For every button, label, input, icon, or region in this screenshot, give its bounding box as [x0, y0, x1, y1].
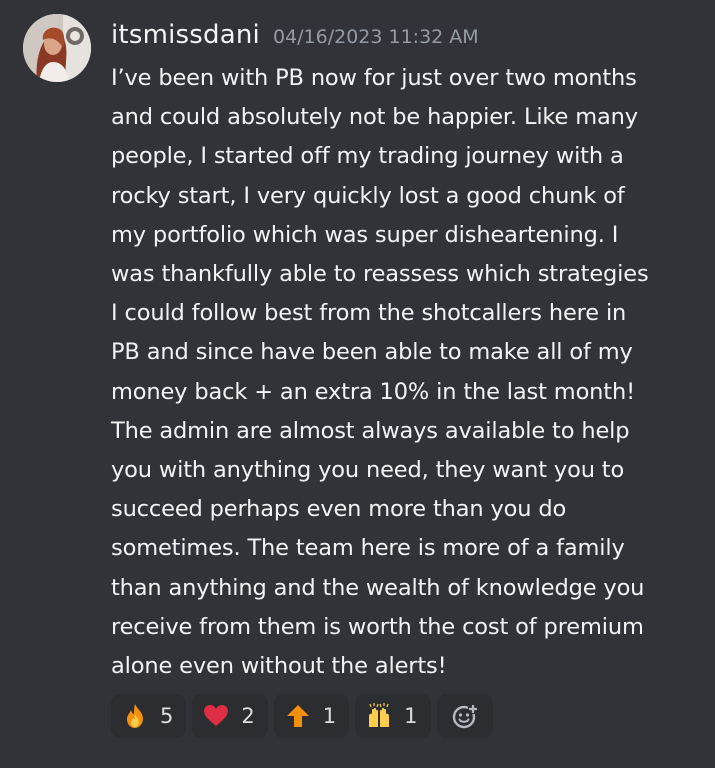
message-line: I’ve been with PB now for just over two … [111, 65, 637, 91]
up-arrow-icon [285, 703, 311, 729]
fire-icon [122, 703, 148, 729]
message-line: PB and since have been able to make all … [111, 339, 633, 366]
message-line: and could absolutely not be happier. Lik… [111, 104, 638, 131]
avatar[interactable] [23, 14, 91, 82]
message-line: sometimes. The team here is more of a fa… [111, 535, 625, 562]
raised-hands-icon [366, 703, 392, 729]
reactions-bar: 5 2 1 1 [111, 694, 493, 738]
message-content: I’ve been with PB now for just over two … [111, 59, 701, 686]
reaction-fire[interactable]: 5 [111, 694, 187, 738]
add-reaction-icon [452, 703, 478, 729]
message-line: people, I started off my trading journey… [111, 143, 624, 170]
message-line: you with anything you need, they want yo… [111, 457, 625, 484]
reaction-up-arrow[interactable]: 1 [273, 694, 350, 738]
chat-message: itsmissdani 04/16/2023 11:32 AM I’ve bee… [0, 0, 715, 768]
message-line: rocky start, I very quickly lost a good … [111, 182, 625, 209]
message-header: itsmissdani 04/16/2023 11:32 AM [111, 20, 479, 56]
reaction-count: 1 [404, 704, 418, 728]
message-line: was thankfully able to reassess which st… [111, 261, 649, 288]
timestamp[interactable]: 04/16/2023 11:32 AM [273, 26, 479, 48]
reaction-count: 2 [241, 704, 255, 728]
message-line: my portfolio which was super dishearteni… [111, 221, 619, 248]
reaction-raised-hands[interactable]: 1 [355, 694, 431, 738]
message-line: I could follow best from the shotcallers… [111, 300, 627, 327]
username[interactable]: itsmissdani [111, 20, 260, 50]
message-line: money back + an extra 10% in the last mo… [111, 378, 635, 405]
message-line: than anything and the wealth of knowledg… [111, 574, 645, 601]
message-line: The admin are almost always available to… [111, 417, 630, 444]
heart-icon [203, 703, 229, 729]
message-line: alone even without the alerts! [111, 653, 447, 680]
add-reaction-button[interactable] [436, 694, 493, 738]
message-line: succeed perhaps even more than you do [111, 496, 567, 523]
avatar-image [23, 14, 91, 82]
reaction-count: 5 [160, 704, 174, 728]
reaction-count: 1 [322, 704, 337, 728]
reaction-heart[interactable]: 2 [192, 694, 268, 738]
message-line: receive from them is worth the cost of p… [111, 613, 644, 640]
